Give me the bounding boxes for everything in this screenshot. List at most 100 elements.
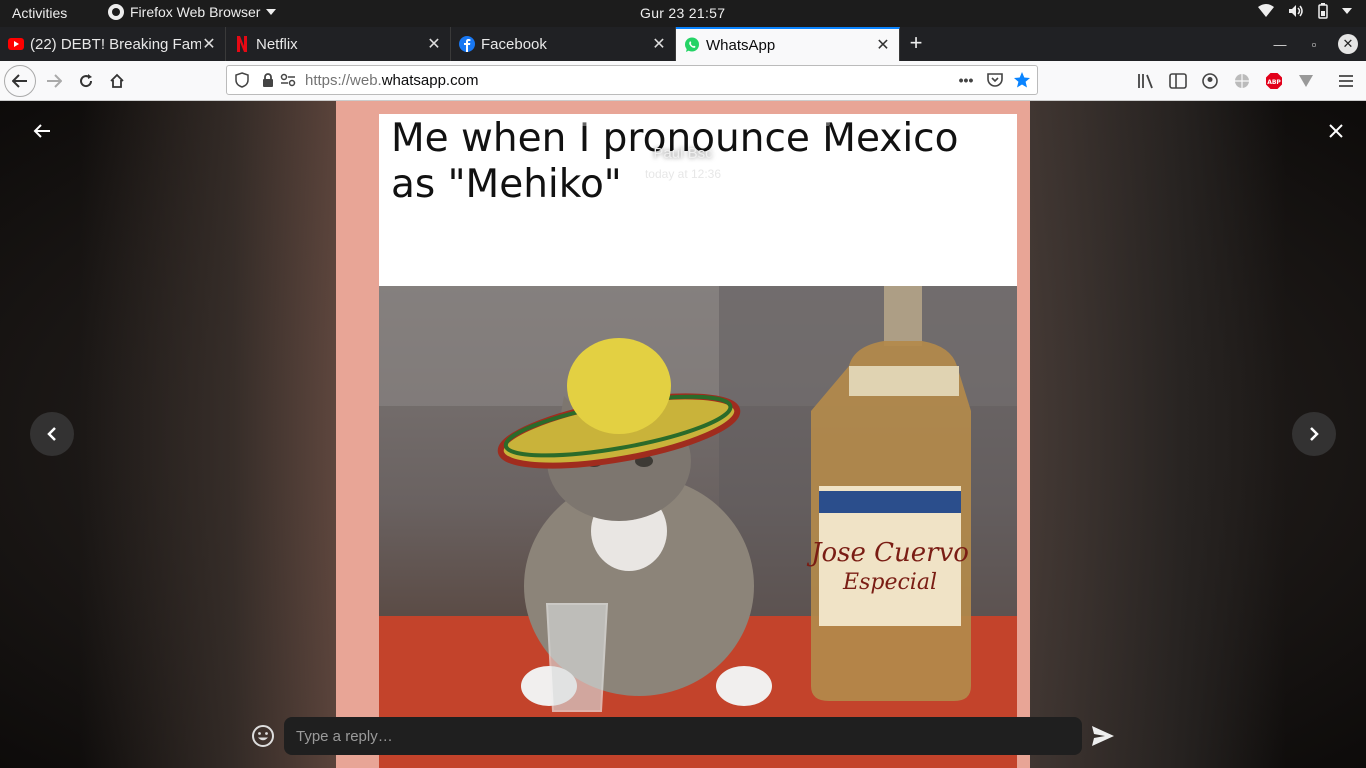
meme-caption: Me when I pronounce Mexico as "Mehiko" bbox=[391, 116, 959, 207]
forward-button[interactable] bbox=[38, 65, 70, 97]
close-icon: ✕ bbox=[1338, 34, 1358, 54]
close-button[interactable] bbox=[1322, 119, 1350, 143]
url-text[interactable]: https://web.whatsapp.com bbox=[305, 72, 478, 89]
status-progress bbox=[504, 122, 830, 126]
sidebar-icon[interactable] bbox=[1168, 71, 1188, 91]
next-status-button[interactable] bbox=[1292, 412, 1336, 456]
youtube-icon bbox=[8, 36, 24, 52]
progress-segment bbox=[724, 122, 742, 126]
url-bar[interactable]: https://web.whatsapp.com ••• bbox=[226, 65, 1038, 95]
close-tab-icon[interactable]: ✕ bbox=[426, 34, 442, 54]
battery-icon bbox=[1318, 3, 1328, 19]
maximize-button[interactable]: ▫ bbox=[1298, 27, 1330, 61]
tab-label: (22) DEBT! Breaking Fam bbox=[30, 35, 201, 53]
adblock-plus-icon[interactable]: ABP bbox=[1264, 71, 1284, 91]
svg-text:ABP: ABP bbox=[1267, 79, 1281, 86]
progress-segment bbox=[790, 122, 808, 126]
progress-segment bbox=[812, 122, 830, 126]
window-close-button[interactable]: ✕ bbox=[1332, 27, 1364, 61]
close-icon bbox=[1329, 124, 1343, 138]
tab-strip: (22) DEBT! Breaking Fam ✕ Netflix ✕ Face… bbox=[0, 27, 1366, 61]
back-button[interactable] bbox=[28, 119, 56, 143]
chevron-left-icon bbox=[47, 427, 56, 441]
progress-segment bbox=[680, 122, 698, 126]
globe-icon[interactable] bbox=[1232, 71, 1252, 91]
arrow-right-icon bbox=[47, 74, 62, 88]
facebook-icon bbox=[459, 36, 475, 52]
progress-segment bbox=[504, 122, 522, 126]
progress-segment-current bbox=[548, 122, 566, 126]
volume-icon bbox=[1289, 5, 1303, 17]
back-button[interactable] bbox=[4, 65, 36, 97]
progress-segment bbox=[768, 122, 786, 126]
chevron-down-icon bbox=[266, 9, 277, 15]
close-tab-icon[interactable]: ✕ bbox=[875, 35, 891, 55]
progress-segment bbox=[658, 122, 676, 126]
tab-label: Facebook bbox=[481, 35, 547, 53]
reload-icon bbox=[80, 74, 93, 88]
account-icon[interactable] bbox=[1200, 71, 1220, 91]
shield-icon[interactable] bbox=[233, 71, 251, 89]
svg-text:Especial: Especial bbox=[842, 570, 937, 595]
blurred-background bbox=[1030, 101, 1286, 768]
progress-segment bbox=[570, 122, 588, 126]
send-icon bbox=[1092, 726, 1114, 746]
blurred-background bbox=[80, 101, 336, 768]
emoji-icon bbox=[252, 725, 274, 747]
bottle-label-text: Jose Cuervo bbox=[806, 538, 969, 568]
status-author[interactable]: Paul Bsc bbox=[583, 145, 783, 162]
lock-icon[interactable] bbox=[259, 71, 277, 89]
tab-whatsapp[interactable]: WhatsApp ✕ bbox=[676, 27, 900, 61]
progress-segment bbox=[702, 122, 720, 126]
tab-label: Netflix bbox=[256, 35, 298, 53]
tab-label: WhatsApp bbox=[706, 36, 776, 54]
new-tab-button[interactable]: + bbox=[902, 30, 930, 58]
whatsapp-icon bbox=[684, 37, 700, 53]
page-actions-icon[interactable]: ••• bbox=[957, 71, 975, 89]
minimize-button[interactable]: — bbox=[1264, 27, 1296, 61]
reload-button[interactable] bbox=[70, 65, 102, 97]
bookmark-star-icon[interactable] bbox=[1013, 71, 1031, 89]
status-image[interactable]: Me when I pronounce Mexico as "Mehiko" J… bbox=[379, 114, 1017, 768]
library-icon[interactable] bbox=[1136, 71, 1156, 91]
permissions-icon[interactable] bbox=[279, 71, 297, 89]
cat-with-sombrero-picture: Jose Cuervo Especial bbox=[379, 286, 1017, 768]
tab-facebook[interactable]: Facebook ✕ bbox=[451, 27, 676, 61]
chevron-right-icon bbox=[1310, 427, 1319, 441]
progress-segment bbox=[614, 122, 632, 126]
firefox-icon bbox=[108, 4, 124, 20]
close-tab-icon[interactable]: ✕ bbox=[201, 34, 217, 54]
progress-segment bbox=[746, 122, 764, 126]
home-icon bbox=[110, 73, 124, 88]
meme-photo: Jose Cuervo Especial bbox=[379, 286, 1017, 768]
arrow-left-icon bbox=[12, 74, 27, 88]
status-viewer: Me when I pronounce Mexico as "Mehiko" J… bbox=[0, 101, 1366, 768]
reply-box[interactable] bbox=[284, 717, 1082, 755]
status-time: today at 12:36 bbox=[644, 167, 722, 181]
menu-icon[interactable] bbox=[1336, 71, 1356, 91]
tab-youtube[interactable]: (22) DEBT! Breaking Fam ✕ bbox=[0, 27, 226, 61]
system-top-bar: Activities Firefox Web Browser Gur 23 21… bbox=[0, 0, 1366, 27]
arrow-left-icon bbox=[33, 124, 50, 138]
navigation-toolbar: https://web.whatsapp.com ••• ABP bbox=[0, 61, 1366, 101]
progress-segment bbox=[636, 122, 654, 126]
chevron-down-icon bbox=[1342, 8, 1352, 14]
wifi-icon bbox=[1258, 4, 1274, 17]
extension-icon[interactable] bbox=[1296, 71, 1316, 91]
home-button[interactable] bbox=[101, 65, 133, 97]
previous-status-button[interactable] bbox=[30, 412, 74, 456]
progress-segment bbox=[526, 122, 544, 126]
emoji-button[interactable] bbox=[250, 723, 276, 749]
app-menu-label: Firefox Web Browser bbox=[130, 4, 261, 20]
send-button[interactable] bbox=[1090, 723, 1116, 749]
netflix-icon bbox=[234, 36, 250, 52]
clock[interactable]: Gur 23 21:57 bbox=[640, 5, 725, 21]
activities-button[interactable]: Activities bbox=[12, 5, 67, 21]
progress-segment bbox=[592, 122, 610, 126]
close-tab-icon[interactable]: ✕ bbox=[651, 34, 667, 54]
tab-netflix[interactable]: Netflix ✕ bbox=[226, 27, 451, 61]
pocket-icon[interactable] bbox=[986, 71, 1004, 89]
system-tray[interactable] bbox=[1258, 3, 1352, 19]
reply-input[interactable] bbox=[296, 725, 1066, 747]
app-menu[interactable]: Firefox Web Browser bbox=[108, 4, 277, 20]
